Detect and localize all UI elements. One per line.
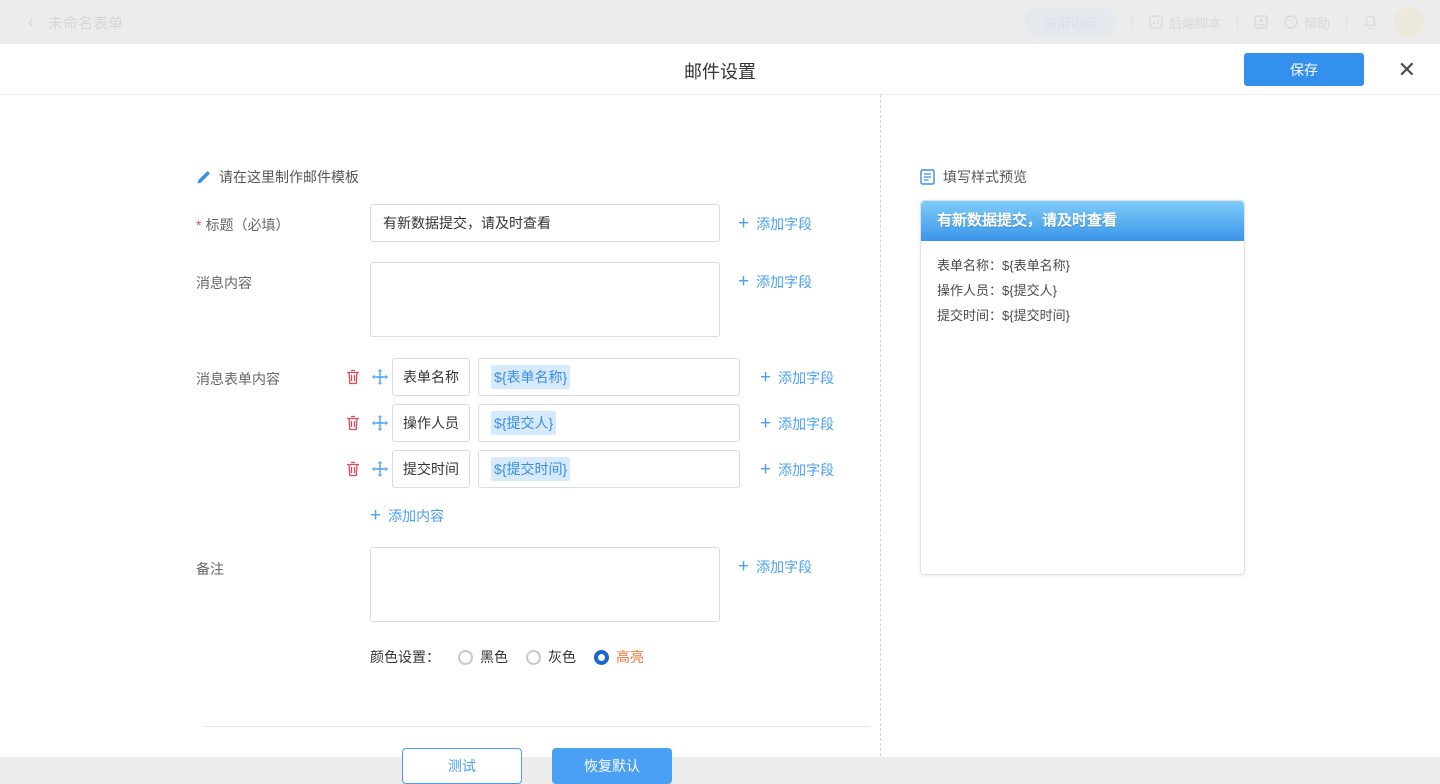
- plus-icon: +: [738, 273, 749, 291]
- row-name-input[interactable]: [392, 358, 470, 396]
- delete-row-icon[interactable]: [346, 369, 360, 385]
- bell-icon[interactable]: [1363, 14, 1378, 30]
- add-field-link-row[interactable]: + 添加字段: [760, 460, 834, 480]
- backend-script-item[interactable]: 后端脚本: [1149, 13, 1221, 32]
- app-access-pill[interactable]: 应用访问: [1024, 7, 1116, 37]
- add-field-label: 添加字段: [778, 460, 834, 480]
- backend-script-label: 后端脚本: [1169, 13, 1221, 32]
- modal-header: 邮件设置 保存 ✕: [0, 44, 1440, 95]
- user-card-icon[interactable]: [1254, 15, 1268, 29]
- question-icon: ?: [1284, 15, 1298, 29]
- footer-divider: [205, 726, 870, 727]
- radio-black[interactable]: 黑色: [458, 647, 508, 667]
- field-token: ${提交时间}: [491, 457, 570, 481]
- email-preview-card: 有新数据提交，请及时查看 表单名称：${表单名称} 操作人员：${提交人} 提交…: [920, 200, 1245, 575]
- plus-icon: +: [760, 369, 771, 387]
- background-app-bar: ‹ 未命名表单 应用访问 后端脚本 ? 帮助: [0, 0, 1440, 44]
- move-row-icon[interactable]: [372, 369, 388, 385]
- field-token: ${提交人}: [491, 411, 556, 435]
- row-name-input[interactable]: [392, 404, 470, 442]
- pencil-icon: [196, 170, 211, 185]
- restore-default-button[interactable]: 恢复默认: [552, 748, 672, 784]
- plus-icon: +: [738, 215, 749, 233]
- plus-icon: +: [760, 461, 771, 479]
- title-field-label: *标题（必填）: [196, 215, 289, 235]
- color-settings-label: 颜色设置：: [370, 647, 440, 667]
- preview-header: 填写样式预览: [920, 167, 1027, 187]
- add-field-link-title[interactable]: + 添加字段: [738, 214, 812, 234]
- add-field-link-note[interactable]: + 添加字段: [738, 557, 812, 577]
- plus-icon: +: [370, 507, 381, 525]
- add-field-label: 添加字段: [756, 214, 812, 234]
- radio-black-label: 黑色: [480, 647, 508, 667]
- script-icon: [1149, 15, 1163, 29]
- add-field-link-content[interactable]: + 添加字段: [738, 272, 812, 292]
- topbar-divider: [1132, 14, 1133, 30]
- preview-line: 提交时间：${提交时间}: [921, 303, 1244, 328]
- topbar-divider: [1346, 14, 1347, 30]
- note-textarea[interactable]: [370, 547, 720, 622]
- color-settings-row: 颜色设置： 黑色 灰色 高亮: [370, 647, 644, 667]
- form-title-background: 未命名表单: [48, 12, 123, 33]
- field-token: ${表单名称}: [491, 365, 570, 389]
- add-field-link-row[interactable]: + 添加字段: [760, 368, 834, 388]
- row-token-input[interactable]: ${提交时间}: [478, 450, 740, 488]
- radio-gray[interactable]: 灰色: [526, 647, 576, 667]
- content-label: 消息内容: [196, 273, 252, 293]
- preview-card-title: 有新数据提交，请及时查看: [921, 201, 1244, 241]
- test-button[interactable]: 测试: [402, 748, 522, 784]
- row-actions: [346, 415, 388, 431]
- svg-text:?: ?: [1289, 18, 1294, 27]
- preview-card-body: 表单名称：${表单名称} 操作人员：${提交人} 提交时间：${提交时间}: [921, 241, 1244, 328]
- preview-header-label: 填写样式预览: [943, 167, 1027, 187]
- add-content-label: 添加内容: [388, 506, 444, 526]
- delete-row-icon[interactable]: [346, 415, 360, 431]
- help-item[interactable]: ? 帮助: [1284, 13, 1330, 32]
- row-token-input[interactable]: ${提交人}: [478, 404, 740, 442]
- close-icon[interactable]: ✕: [1398, 56, 1416, 84]
- radio-circle-icon: [458, 650, 473, 665]
- topbar-divider: [1237, 14, 1238, 30]
- save-button[interactable]: 保存: [1244, 53, 1364, 86]
- add-content-link[interactable]: + 添加内容: [370, 506, 444, 526]
- radio-circle-selected-icon: [594, 650, 609, 665]
- modal-title: 邮件设置: [0, 58, 1440, 84]
- add-field-label: 添加字段: [756, 557, 812, 577]
- template-hint: 请在这里制作邮件模板: [196, 167, 359, 187]
- add-field-label: 添加字段: [778, 414, 834, 434]
- add-field-label: 添加字段: [756, 272, 812, 292]
- move-row-icon[interactable]: [372, 415, 388, 431]
- document-icon: [920, 169, 935, 185]
- preview-line: 操作人员：${提交人}: [921, 278, 1244, 303]
- template-hint-label: 请在这里制作邮件模板: [219, 167, 359, 187]
- row-name-input[interactable]: [392, 450, 470, 488]
- column-divider: [880, 95, 881, 756]
- table-content-label: 消息表单内容: [196, 369, 280, 389]
- note-label: 备注: [196, 559, 224, 579]
- delete-row-icon[interactable]: [346, 461, 360, 477]
- help-label: 帮助: [1304, 13, 1330, 32]
- title-input[interactable]: [370, 204, 720, 242]
- add-field-link-row[interactable]: + 添加字段: [760, 414, 834, 434]
- avatar[interactable]: [1394, 7, 1424, 37]
- plus-icon: +: [738, 558, 749, 576]
- radio-highlight[interactable]: 高亮: [594, 647, 644, 667]
- radio-circle-icon: [526, 650, 541, 665]
- row-actions: [346, 461, 388, 477]
- modal-body: 请在这里制作邮件模板 *标题（必填） + 添加字段 消息内容 + 添加字段 消息…: [0, 95, 1440, 756]
- move-row-icon[interactable]: [372, 461, 388, 477]
- radio-highlight-label: 高亮: [616, 647, 644, 667]
- title-field-label-text: 标题（必填）: [205, 217, 289, 233]
- preview-line: 表单名称：${表单名称}: [921, 253, 1244, 278]
- back-chevron-icon[interactable]: ‹: [28, 12, 34, 33]
- email-settings-modal: 邮件设置 保存 ✕ 请在这里制作邮件模板 *标题（必填） + 添加字段 消息内容…: [0, 44, 1440, 757]
- required-mark: *: [196, 217, 201, 233]
- plus-icon: +: [760, 415, 771, 433]
- add-field-label: 添加字段: [778, 368, 834, 388]
- radio-gray-label: 灰色: [548, 647, 576, 667]
- message-content-textarea[interactable]: [370, 262, 720, 337]
- row-actions: [346, 369, 388, 385]
- row-token-input[interactable]: ${表单名称}: [478, 358, 740, 396]
